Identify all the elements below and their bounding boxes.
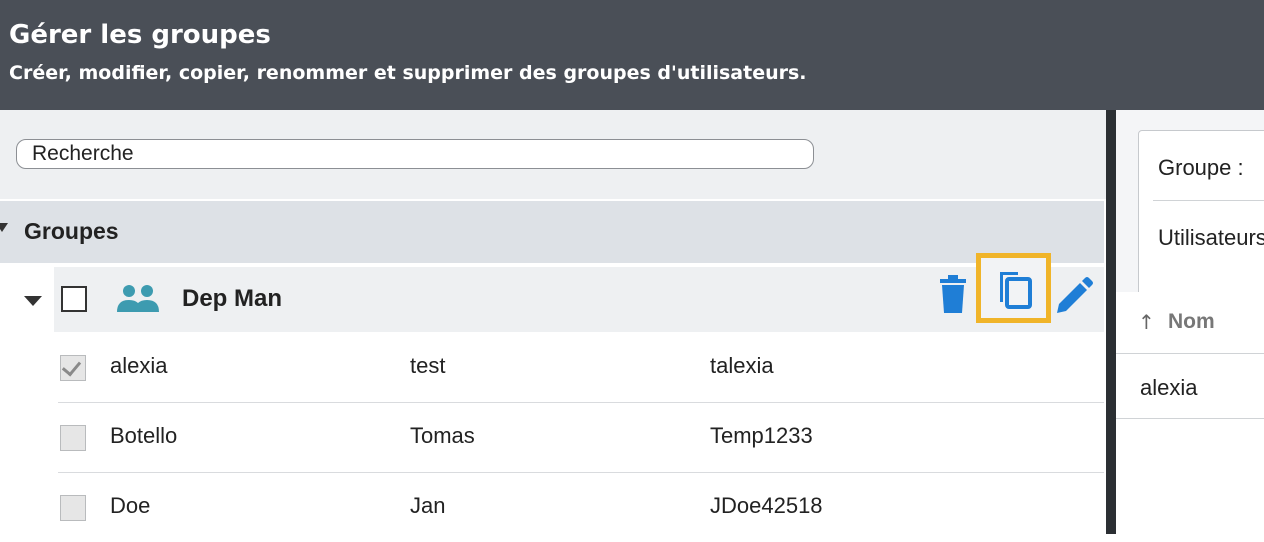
table-empty-area <box>1116 419 1264 534</box>
table-row[interactable]: alexia <box>1116 354 1264 419</box>
search-area <box>0 110 1106 199</box>
divider <box>1153 200 1264 201</box>
column-header-label: Nom <box>1168 310 1215 333</box>
table-row[interactable]: Botello Tomas Temp1233 <box>58 403 1104 473</box>
page-title: Gérer les groupes <box>9 20 271 50</box>
checkmark-icon <box>61 356 82 377</box>
user-last-name: alexia <box>110 353 168 378</box>
users-label: Utilisateurs <box>1158 225 1264 250</box>
copy-button-highlight[interactable] <box>976 253 1051 323</box>
user-login: talexia <box>710 353 774 378</box>
page-header: Gérer les groupes Créer, modifier, copie… <box>0 0 1264 110</box>
users-icon <box>117 285 159 312</box>
edit-icon[interactable] <box>1055 277 1093 315</box>
groups-pane: Groupes Dep Man alexia test talexia <box>0 110 1106 534</box>
page-subtitle: Créer, modifier, copier, renommer et sup… <box>9 62 807 84</box>
groups-root-label: Groupes <box>24 218 119 244</box>
table-row[interactable]: alexia test talexia <box>58 333 1104 403</box>
user-last-name: Botello <box>110 423 178 448</box>
row-checkbox[interactable] <box>60 355 86 381</box>
group-checkbox[interactable] <box>61 286 87 312</box>
user-login: JDoe42518 <box>710 493 823 518</box>
row-checkbox[interactable] <box>60 425 86 451</box>
search-input[interactable] <box>16 139 814 169</box>
member-name: alexia <box>1140 375 1198 400</box>
details-pane: Groupe : Utilisateurs ↑ Nom alexia <box>1116 110 1264 534</box>
collapse-caret-icon[interactable] <box>0 223 8 232</box>
user-first-name: test <box>410 353 446 378</box>
sort-ascending-icon: ↑ <box>1138 310 1155 334</box>
column-header-name[interactable]: ↑ Nom <box>1116 292 1264 354</box>
user-last-name: Doe <box>110 493 151 518</box>
group-label: Groupe : <box>1158 155 1244 180</box>
copy-icon[interactable] <box>994 268 1034 310</box>
group-info-box: Groupe : Utilisateurs <box>1138 130 1264 298</box>
group-collapse-caret-icon[interactable] <box>24 296 42 306</box>
groups-tree-header[interactable]: Groupes <box>0 201 1104 263</box>
user-first-name: Tomas <box>410 423 475 448</box>
table-row[interactable]: Doe Jan JDoe42518 <box>58 473 1104 542</box>
group-name: Dep Man <box>182 285 283 312</box>
pane-splitter[interactable] <box>1106 110 1116 534</box>
delete-icon[interactable] <box>938 275 968 315</box>
user-login: Temp1233 <box>710 423 813 448</box>
user-first-name: Jan <box>410 493 446 518</box>
row-checkbox[interactable] <box>60 495 86 521</box>
